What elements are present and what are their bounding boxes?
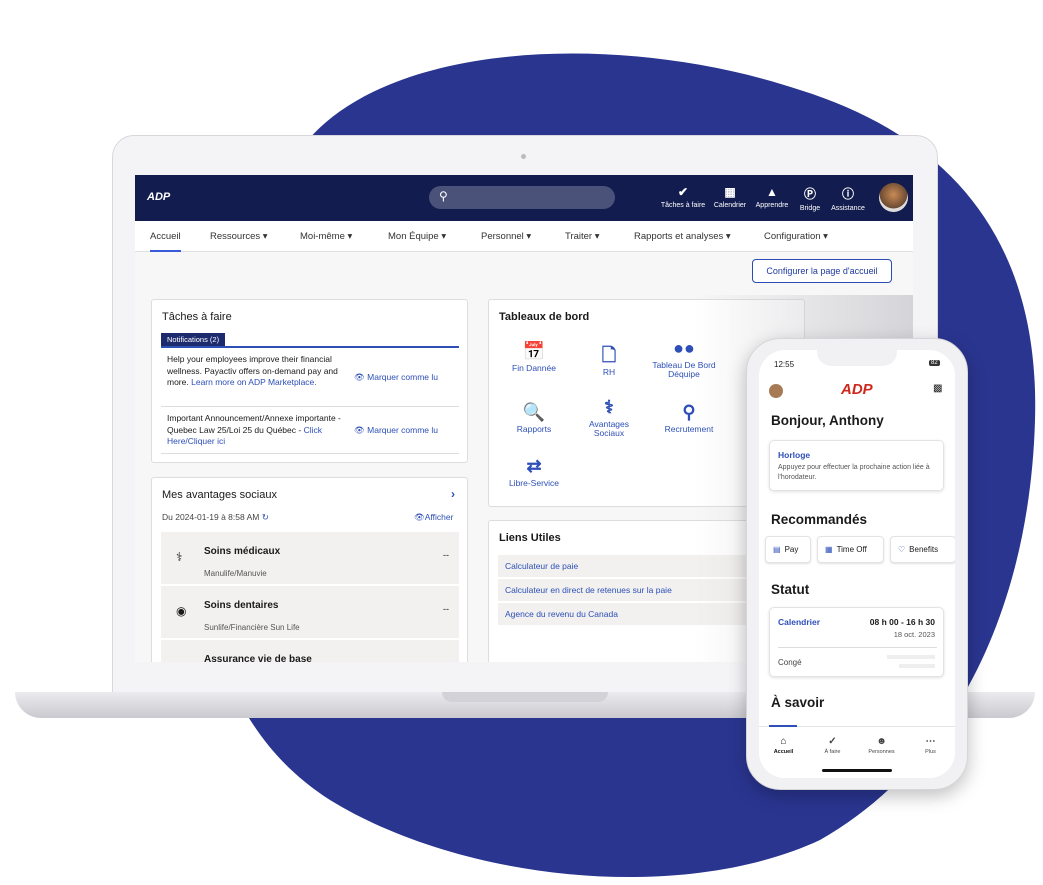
stethoscope-icon: ⚕ bbox=[176, 550, 183, 564]
search-input[interactable]: ⚲ bbox=[429, 186, 615, 209]
clock-card[interactable]: Horloge Appuyez pour effectuer la procha… bbox=[769, 440, 944, 491]
tile-libre-service[interactable]: ⇄ Libre-Service bbox=[499, 455, 569, 488]
battery-icon: 82 bbox=[929, 360, 940, 366]
refresh-icon[interactable]: ↻ bbox=[262, 512, 269, 522]
home-indicator bbox=[822, 769, 892, 772]
home-icon: ⌂ bbox=[780, 736, 787, 747]
nav-moi-meme[interactable]: Moi-même ▾ bbox=[300, 231, 352, 242]
divider bbox=[161, 453, 459, 454]
tab-personnes[interactable]: ☻ Personnes bbox=[857, 736, 906, 755]
mark-read-button[interactable]: 👁 Marquer comme lu bbox=[354, 372, 438, 383]
mobile-app: 12:55 82 ADP ▩ Bonjour, Anthony Horloge … bbox=[759, 350, 955, 778]
dashboards-title: Tableaux de bord bbox=[499, 311, 590, 323]
schedule-card[interactable]: Calendrier 08 h 00 - 16 h 30 18 oct. 202… bbox=[769, 607, 944, 677]
pay-button[interactable]: ▤ Pay bbox=[765, 536, 811, 563]
tab-notifications[interactable]: Notifications (2) bbox=[161, 333, 226, 346]
notification-1: Help your employees improve their financ… bbox=[167, 354, 338, 387]
tab-a-faire[interactable]: ✓ À faire bbox=[808, 736, 857, 755]
tab-plus[interactable]: ⋯ Plus bbox=[906, 736, 955, 755]
placeholder-bar bbox=[899, 664, 935, 668]
check-circle-icon: ✓ bbox=[828, 736, 837, 747]
time-off-button[interactable]: ▦ Time Off bbox=[817, 536, 884, 563]
tasks-panel: Tâches à faire Notifications (2) Help yo… bbox=[151, 299, 468, 463]
assistance-button[interactable]: ⓘ Assistance bbox=[823, 185, 873, 212]
calendar-check-icon: 📅 bbox=[522, 341, 546, 361]
laptop-notch bbox=[442, 692, 608, 702]
benefits-date: Du 2024-01-19 à 8:58 AM ↻ bbox=[162, 512, 269, 522]
tab-underline bbox=[161, 346, 459, 348]
top-bar: ADP ⚲ ✔ Tâches à faire ▦ Calendrier ▲ Appre… bbox=[135, 175, 913, 221]
self-service-icon: ⇄ bbox=[526, 456, 542, 476]
avatar[interactable] bbox=[769, 384, 783, 398]
laptop-camera bbox=[521, 154, 526, 159]
tile-rapports[interactable]: 🔍 Rapports bbox=[499, 401, 569, 434]
tasks-button[interactable]: ✔ Tâches à faire bbox=[658, 185, 708, 209]
status-title: Statut bbox=[771, 582, 810, 597]
marketplace-link[interactable]: Learn more on ADP Marketplace. bbox=[191, 377, 317, 387]
mark-read-button[interactable]: 👁 Marquer comme lu bbox=[354, 425, 438, 436]
adp-logo: ADP bbox=[841, 381, 873, 398]
help-bubble-icon: ⓘ bbox=[841, 187, 854, 201]
nav-configuration[interactable]: Configuration ▾ bbox=[764, 231, 828, 242]
nav-accueil[interactable]: Accueil bbox=[150, 231, 181, 252]
tile-rh[interactable]: 🗋 RH bbox=[574, 344, 644, 377]
adp-logo[interactable]: ADP bbox=[147, 191, 170, 203]
benefits-button[interactable]: ♡ Benefits bbox=[890, 536, 955, 563]
benefit-item[interactable]: ⚕ Soins médicaux Manulife/Manuvie -- bbox=[161, 532, 459, 584]
calendar-icon: ▦ bbox=[825, 545, 833, 554]
placeholder-bar bbox=[887, 655, 935, 659]
notification-2: Important Announcement/Annexe importante… bbox=[167, 413, 341, 446]
documents-icon: 🗋 bbox=[601, 345, 617, 365]
nav-personnel[interactable]: Personnel ▾ bbox=[481, 231, 531, 242]
divider bbox=[161, 406, 459, 407]
know-title: À savoir bbox=[771, 695, 825, 710]
status-time: 12:55 bbox=[774, 360, 795, 369]
caduceus-icon: ⚕ bbox=[604, 397, 614, 417]
tile-avantages[interactable]: ⚕ Avantages Sociaux bbox=[574, 396, 644, 438]
tooth-icon: ◉ bbox=[176, 604, 187, 618]
people-icon: ☻ bbox=[876, 736, 887, 747]
benefits-panel: Mes avantages sociaux › Du 2024-01-19 à … bbox=[151, 477, 468, 662]
tab-accueil[interactable]: ⌂ Accueil bbox=[759, 736, 808, 755]
tile-fin-annee[interactable]: 📅 Fin Dannée bbox=[499, 340, 569, 373]
nav-rapports[interactable]: Rapports et analyses ▾ bbox=[634, 231, 731, 242]
report-search-icon: 🔍 bbox=[522, 402, 546, 422]
benefit-item[interactable]: Assurance vie de base bbox=[161, 640, 459, 662]
main-nav: Accueil Ressources ▾ Moi-même ▾ Mon Équi… bbox=[135, 221, 913, 252]
nav-ressources[interactable]: Ressources ▾ bbox=[210, 231, 268, 242]
links-title: Liens Utiles bbox=[499, 532, 561, 544]
more-icon: ⋯ bbox=[925, 736, 936, 747]
configure-homepage-button[interactable]: Configurer la page d'accueil bbox=[752, 259, 892, 283]
benefits-title: Mes avantages sociaux bbox=[162, 489, 277, 501]
money-icon: ▤ bbox=[773, 545, 781, 554]
chat-icon[interactable]: ▩ bbox=[933, 383, 942, 394]
check-badge-icon: ✔ bbox=[677, 185, 689, 199]
heart-icon: ♡ bbox=[898, 545, 906, 554]
search-icon: ⚲ bbox=[439, 189, 448, 203]
avatar[interactable] bbox=[879, 183, 908, 212]
nav-mon-equipe[interactable]: Mon Équipe ▾ bbox=[388, 231, 446, 242]
view-button[interactable]: 👁Afficher bbox=[414, 512, 453, 523]
active-tab-indicator bbox=[769, 725, 797, 727]
divider bbox=[778, 647, 937, 648]
tasks-title: Tâches à faire bbox=[162, 311, 232, 323]
recommended-title: Recommandés bbox=[771, 512, 868, 527]
greeting: Bonjour, Anthony bbox=[771, 413, 884, 428]
chevron-right-icon[interactable]: › bbox=[451, 487, 455, 501]
benefit-item[interactable]: ◉ Soins dentaires Sunlife/Financière Sun L… bbox=[161, 586, 459, 638]
nav-traiter[interactable]: Traiter ▾ bbox=[565, 231, 600, 242]
phone-notch bbox=[817, 350, 897, 366]
